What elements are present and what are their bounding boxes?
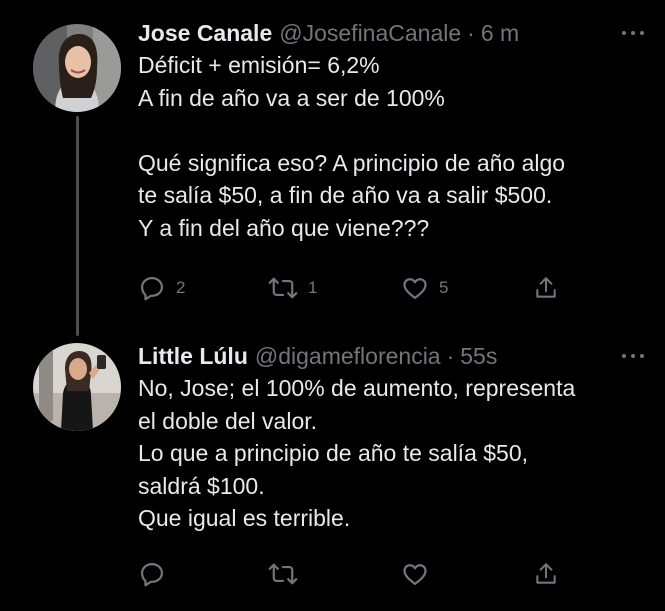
more-options-button[interactable] — [619, 342, 647, 370]
tweet-text-line: Y a fin del año que viene??? — [138, 214, 430, 241]
reply-button[interactable]: 2 — [138, 274, 185, 302]
tweet-actions: 2 1 5 — [138, 274, 578, 304]
avatar-image — [33, 24, 121, 112]
tweet-1: Jose Canale @JosefinaCanale · 6 m Défici… — [138, 19, 647, 244]
avatar[interactable] — [33, 24, 121, 112]
more-icon — [622, 354, 644, 358]
like-button[interactable]: 5 — [401, 274, 448, 302]
share-icon — [536, 277, 556, 298]
more-options-button[interactable] — [619, 19, 647, 47]
share-button[interactable] — [533, 560, 559, 588]
separator-dot: · — [446, 343, 455, 369]
retweet-icon — [268, 277, 298, 299]
tweet-text-line: No, Jose; el 100% de aumento, representa — [138, 375, 576, 401]
retweet-icon — [268, 563, 298, 585]
tweet-text-line: Que igual es terrible. — [138, 505, 351, 531]
reply-icon — [140, 276, 164, 301]
tweet-timestamp[interactable]: 55s — [460, 342, 497, 370]
avatar-image — [33, 343, 121, 431]
tweet-text-line: Lo que a principio de año te salía $50, — [138, 440, 529, 466]
author-handle[interactable]: @digameflorencia — [255, 342, 441, 370]
more-icon — [622, 31, 644, 35]
heart-icon — [403, 564, 427, 586]
reply-icon — [140, 562, 164, 587]
tweet-text-line: saldrá $100. — [138, 472, 265, 499]
share-icon — [536, 563, 556, 584]
like-button[interactable] — [401, 560, 439, 588]
tweet-text-line: Déficit + emisión= 6,2% — [138, 52, 380, 78]
separator-dot: · — [467, 20, 475, 46]
retweet-count: 1 — [308, 278, 318, 297]
thread-connector-line — [76, 116, 79, 336]
reply-button[interactable] — [138, 560, 176, 588]
tweet-header: Little Lúlu @digameflorencia · 55s — [138, 342, 647, 370]
author-handle[interactable]: @JosefinaCanale — [279, 19, 461, 47]
tweet-text-line: Qué significa eso? A principio de año al… — [138, 149, 566, 176]
tweet-text-line: A fin de año va a ser de 100% — [138, 84, 445, 111]
heart-icon — [403, 278, 427, 300]
retweet-button[interactable] — [268, 560, 308, 588]
tweet-text-line: el doble del valor. — [138, 407, 318, 434]
like-count: 5 — [439, 278, 449, 297]
retweet-button[interactable]: 1 — [268, 274, 317, 302]
tweet-text: Déficit + emisión= 6,2% A fin de año va … — [138, 49, 647, 244]
share-button[interactable] — [533, 274, 559, 302]
tweet-timestamp[interactable]: 6 m — [481, 19, 519, 47]
tweet-2: Little Lúlu @digameflorencia · 55s No, J… — [138, 342, 647, 535]
author-name[interactable]: Little Lúlu — [138, 342, 248, 370]
tweet-header: Jose Canale @JosefinaCanale · 6 m — [138, 19, 647, 47]
tweet-text: No, Jose; el 100% de aumento, representa… — [138, 372, 647, 535]
tweet-actions — [138, 560, 578, 590]
reply-count: 2 — [176, 278, 186, 297]
tweet-text-line: te salía $50, a fin de año va a salir $5… — [138, 182, 553, 208]
author-name[interactable]: Jose Canale — [138, 19, 272, 47]
avatar[interactable] — [33, 343, 121, 431]
